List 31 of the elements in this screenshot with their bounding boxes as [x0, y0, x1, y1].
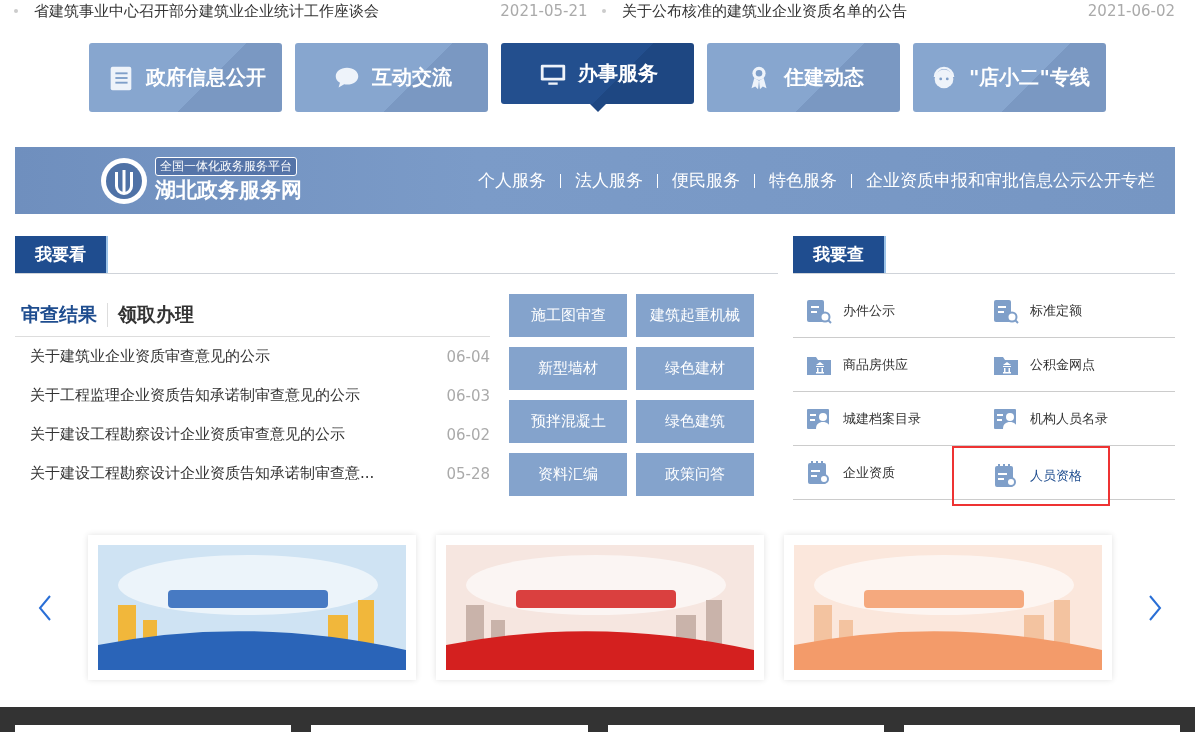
query-link[interactable]: 企业资质 [793, 446, 907, 499]
site-logo-name: 湖北政务服务网 [155, 177, 302, 204]
query-link[interactable]: 标准定额 [952, 284, 1110, 337]
notice-date: 06-02 [446, 425, 490, 444]
notice-link[interactable]: 关于建设工程勘察设计企业资质告知承诺制审查意... [30, 464, 375, 483]
slide-card[interactable] [436, 535, 764, 680]
notice-link[interactable]: 关于建筑业企业资质审查意见的公示 [30, 347, 270, 366]
slide-card[interactable] [88, 535, 416, 680]
query-link[interactable]: 机构人员名录 [952, 392, 1136, 445]
emblem-icon [99, 155, 149, 206]
news-date: 2021-05-21 [500, 2, 588, 20]
sub-tab[interactable]: 审查结果 [21, 302, 97, 328]
query-link[interactable]: 公积金网点 [952, 338, 1123, 391]
query-link[interactable]: 商品房供应 [793, 338, 920, 391]
query-link[interactable]: 人员资格 [952, 446, 1110, 506]
sub-tab[interactable]: 领取办理 [118, 302, 194, 328]
query-link[interactable]: 城建档案目录 [793, 392, 933, 445]
active-pointer-icon [589, 104, 606, 112]
nav-tab[interactable]: 办事服务 [501, 43, 694, 104]
query-link[interactable]: 办件公示 [793, 284, 907, 337]
platform-tagline: 全国一体化政务服务平台 [155, 157, 297, 176]
section-title: 我要查 [793, 236, 886, 273]
news-link[interactable]: 关于公布核准的建筑业企业资质名单的公告 [621, 1, 1088, 21]
section-title: 我要看 [15, 236, 108, 273]
notice-date: 05-28 [446, 464, 490, 483]
news-date: 2021-06-02 [1087, 2, 1175, 20]
news-link[interactable]: 省建筑事业中心召开部分建筑业企业统计工作座谈会 [34, 1, 501, 21]
notice-link[interactable]: 关于工程监理企业资质告知承诺制审查意见的公示 [30, 386, 360, 405]
notice-link[interactable]: 关于建设工程勘察设计企业资质审查意见的公示 [30, 425, 345, 444]
notice-date: 06-04 [446, 347, 490, 366]
notice-date: 06-03 [446, 386, 490, 405]
